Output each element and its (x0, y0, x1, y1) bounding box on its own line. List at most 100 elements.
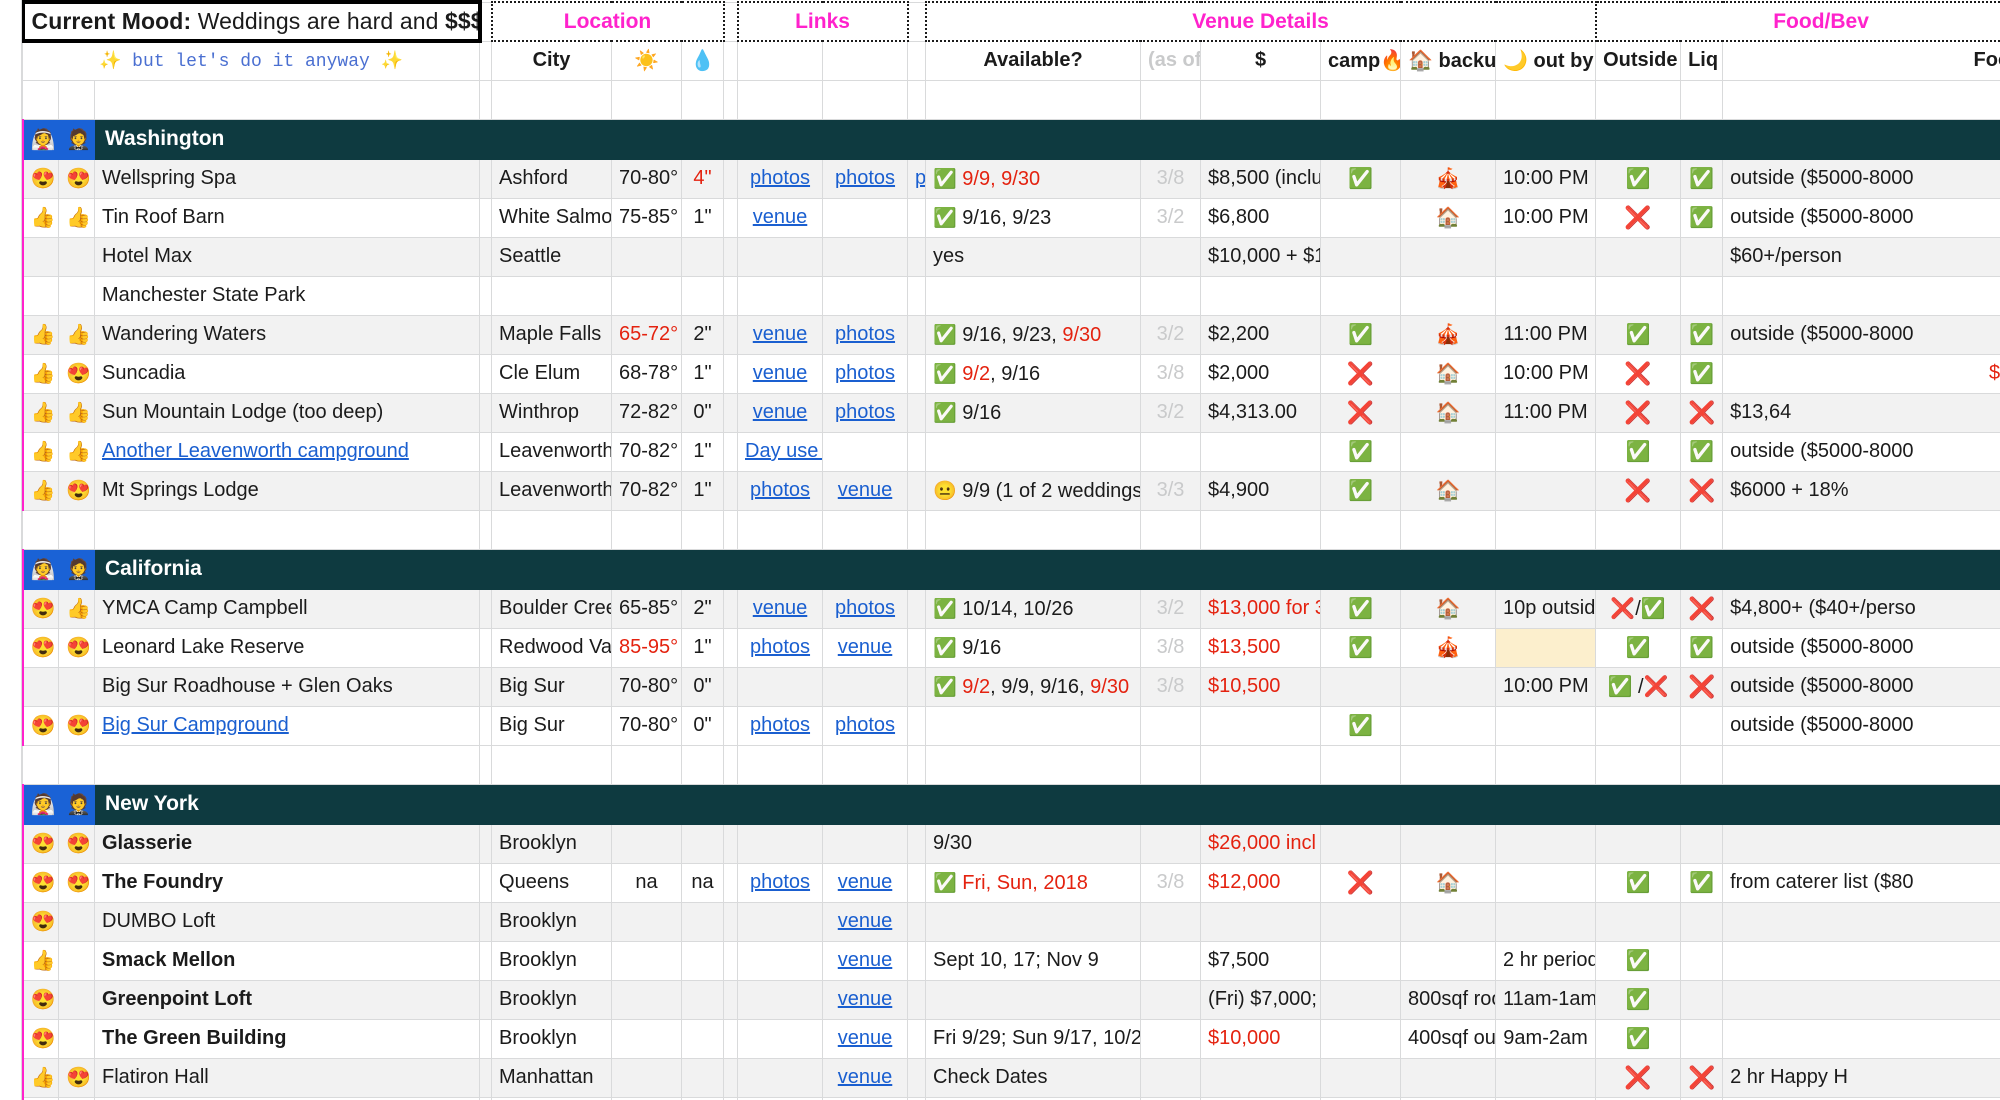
venue-name[interactable]: Manchester State Park (93, 275, 481, 316)
venue-link-1[interactable]: venue (737, 197, 824, 238)
venue-link-2[interactable]: venue (822, 901, 909, 942)
venue-link-3[interactable] (907, 705, 927, 746)
table-row[interactable]: 👍 😍 Suncadia Cle Elum 68-78° 1" venue photos ✅ 9… (0, 353, 2000, 394)
table-row[interactable]: 👍 👍 Sun Mountain Lodge (too deep) Winthrop 7… (0, 392, 2000, 433)
venue-link-2[interactable] (822, 236, 909, 277)
table-row[interactable]: 😍 Greenpoint Loft Brooklyn venue (Fri) $7,00… (0, 979, 2000, 1020)
link[interactable]: photos (750, 714, 810, 736)
venue-name[interactable]: Wellspring Spa (93, 158, 481, 199)
venue-link-1[interactable] (737, 236, 824, 277)
table-row[interactable]: 😍 😍 Glasserie Brooklyn 9/30 $26,000 incl (0, 823, 2000, 864)
table-row[interactable]: Big Sur Roadhouse + Glen Oaks Big Sur 70-8… (0, 666, 2000, 707)
venue-name[interactable]: DUMBO Loft (93, 901, 481, 942)
venue-link-1[interactable] (737, 666, 824, 707)
link[interactable]: venue (838, 1027, 893, 1049)
venue-link-1[interactable]: photos (737, 627, 824, 668)
venue-name[interactable]: Leonard Lake Reserve (93, 627, 481, 668)
link[interactable]: photos (835, 323, 895, 345)
table-row[interactable]: 👍 Smack Mellon Brooklyn venue Sept 10, 17; N… (0, 940, 2000, 981)
venue-link-1[interactable]: Day use sites (737, 431, 824, 472)
venue-name[interactable]: The Green Building (93, 1018, 481, 1059)
venue-name[interactable]: Greenpoint Loft (93, 979, 481, 1020)
venue-link-2[interactable]: photos (822, 353, 909, 394)
venue-link-3[interactable] (907, 666, 927, 707)
venue-link-1[interactable]: venue (737, 588, 824, 629)
venue-link-3[interactable] (907, 431, 927, 472)
venue-name[interactable]: Another Leavenworth campground (93, 431, 481, 472)
venue-link-3[interactable] (907, 392, 927, 433)
venue-link-1[interactable] (737, 901, 824, 942)
table-row[interactable]: Hotel MaxSeattle yes $10,000 + $1,3 $60+/pe… (0, 236, 2000, 277)
link[interactable]: photos (835, 401, 895, 423)
table-row[interactable]: 👍 😍 Flatiron Hall Manhattan venue Check Dates… (0, 1057, 2000, 1098)
link[interactable]: venue (838, 479, 893, 501)
link[interactable]: venue (753, 206, 808, 228)
venue-link-3[interactable] (907, 979, 927, 1020)
venue-link-1[interactable]: venue (737, 314, 824, 355)
venue-name[interactable]: Glasserie (93, 823, 481, 864)
venue-link-2[interactable]: venue (822, 862, 909, 903)
venue-link-1[interactable] (737, 979, 824, 1020)
table-row[interactable]: 👍 👍 Tin Roof Barn White Salmo 75-85° 1" venue ✅… (0, 197, 2000, 238)
venue-link-2[interactable]: venue (822, 470, 909, 511)
venue-link-3[interactable] (907, 236, 927, 277)
table-row[interactable]: 😍 😍 Wellspring Spa Ashford 70-80° 4" photos pho… (0, 158, 2000, 199)
venue-link-2[interactable] (822, 275, 909, 316)
venue-link-1[interactable]: photos (737, 862, 824, 903)
link[interactable]: venue (838, 910, 893, 932)
table-row[interactable]: 👍 👍 Wandering Waters Maple Falls 65-72° 2" ven… (0, 314, 2000, 355)
link[interactable]: venue (838, 949, 893, 971)
table-row[interactable]: 😍 👍 YMCA Camp Campbell Boulder Cree 65-85° 2"… (0, 588, 2000, 629)
venue-name[interactable]: Sun Mountain Lodge (too deep) (93, 392, 481, 433)
venue-link-3[interactable] (907, 627, 927, 668)
venue-link-1[interactable]: venue (737, 353, 824, 394)
venue-name[interactable]: Big Sur Campground (93, 705, 481, 746)
venue-link-2[interactable] (822, 431, 909, 472)
venue-link-1[interactable]: photos (737, 470, 824, 511)
venue-link-2[interactable]: venue (822, 627, 909, 668)
venue-link-3[interactable] (907, 353, 927, 394)
table-row[interactable]: 😍 The Green Building Brooklyn venue Fri 9/29… (0, 1018, 2000, 1059)
venue-name[interactable]: Smack Mellon (93, 940, 481, 981)
venue-link-3[interactable] (907, 1057, 927, 1098)
link[interactable]: photos (750, 479, 810, 501)
link[interactable]: p (915, 167, 925, 189)
venue-link-1[interactable]: photos (737, 158, 824, 199)
venue-link-2[interactable]: venue (822, 1018, 909, 1059)
link[interactable]: venue (753, 323, 808, 345)
table-row[interactable]: 👍 😍 Mt Springs Lodge Leavenworth 70-82° 1" pho… (0, 470, 2000, 511)
venue-link-3[interactable] (907, 1018, 927, 1059)
venue-link-3[interactable] (907, 823, 927, 864)
venue-link-3[interactable] (907, 197, 927, 238)
venue-name[interactable]: Flatiron Hall (93, 1057, 481, 1098)
link[interactable]: venue (753, 362, 808, 384)
venue-name[interactable]: Mt Springs Lodge (93, 470, 481, 511)
link[interactable]: photos (750, 871, 810, 893)
link[interactable]: photos (835, 597, 895, 619)
link[interactable]: venue (838, 636, 893, 658)
venue-link-1[interactable] (737, 1057, 824, 1098)
venue-link-2[interactable]: photos (822, 705, 909, 746)
venue-link-2[interactable] (822, 666, 909, 707)
venue-name[interactable]: Big Sur Roadhouse + Glen Oaks (93, 666, 481, 707)
venue-link-2[interactable] (822, 197, 909, 238)
venue-link-3[interactable] (907, 901, 927, 942)
link[interactable]: venue (838, 1066, 893, 1088)
venue-name[interactable]: Suncadia (93, 353, 481, 394)
venue-link-2[interactable]: photos (822, 158, 909, 199)
venue-link-3[interactable] (907, 314, 927, 355)
link[interactable]: venue (838, 871, 893, 893)
venue-name[interactable]: Hotel Max (93, 236, 481, 277)
venue-link-2[interactable] (822, 823, 909, 864)
link[interactable]: venue (838, 988, 893, 1010)
venue-link-3[interactable] (907, 470, 927, 511)
link[interactable]: photos (750, 167, 810, 189)
link[interactable]: Day use sites (745, 440, 822, 462)
link[interactable]: photos (835, 362, 895, 384)
table-row[interactable]: 😍 😍 Big Sur Campground Big Sur 70-80° 0" photo… (0, 705, 2000, 746)
venue-link-3[interactable] (907, 940, 927, 981)
venue-link-3[interactable] (907, 862, 927, 903)
venue-link-2[interactable]: venue (822, 1057, 909, 1098)
venue-name-link[interactable]: Another Leavenworth campground (102, 440, 409, 462)
venue-link-1[interactable] (737, 1018, 824, 1059)
